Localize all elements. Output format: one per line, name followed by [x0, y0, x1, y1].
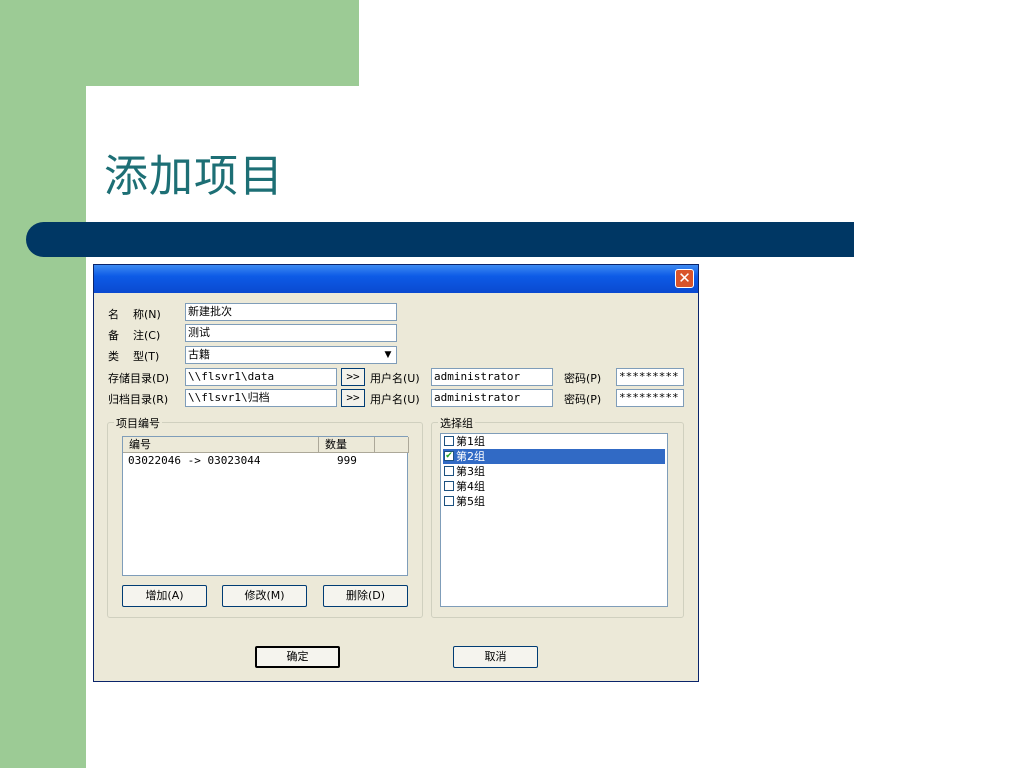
storage-user-label: 用户名(U) — [370, 372, 420, 385]
group-item-label: 第1组 — [456, 435, 485, 448]
project-number-group-title: 项目编号 — [114, 415, 162, 431]
storage-browse-button[interactable]: >> — [341, 368, 365, 386]
checkbox[interactable] — [444, 481, 454, 491]
row-qty-cell: 999 — [337, 454, 357, 467]
archive-dir-label: 归档目录(R) — [108, 393, 169, 406]
project-list[interactable]: 编号 数量 03022046 -> 03023044 999 — [122, 436, 409, 576]
dialog-title-bar[interactable]: ✕ — [94, 265, 698, 293]
type-select[interactable]: 古籍 ▼ — [185, 346, 397, 364]
edit-button[interactable]: 修改(M) — [222, 585, 307, 607]
close-button[interactable]: ✕ — [675, 269, 694, 288]
check-icon: ✔ — [445, 451, 453, 461]
archive-password-label: 密码(P) — [564, 393, 602, 406]
archive-user-field[interactable]: administrator — [431, 389, 553, 407]
checkbox-checked[interactable]: ✔ — [444, 451, 454, 461]
group-checklist[interactable]: 第1组 ✔ 第2组 第3组 第4组 第5组 — [440, 433, 668, 607]
note-label: 备 注(C) — [108, 329, 161, 342]
close-icon: ✕ — [678, 269, 691, 287]
slide-title-underline-bar — [26, 222, 854, 257]
slide-rounded-corner — [86, 86, 146, 146]
checkbox[interactable] — [444, 466, 454, 476]
column-header-id[interactable]: 编号 — [123, 437, 319, 453]
delete-button[interactable]: 删除(D) — [323, 585, 408, 607]
storage-dir-label: 存储目录(D) — [108, 372, 170, 385]
type-label: 类 型(T) — [108, 350, 160, 363]
storage-dir-field[interactable]: \\flsvr1\data — [185, 368, 337, 386]
column-header-qty[interactable]: 数量 — [319, 437, 375, 453]
slide-title: 添加项目 — [104, 151, 284, 202]
storage-user-field[interactable]: administrator — [431, 368, 553, 386]
storage-password-label: 密码(P) — [564, 372, 602, 385]
name-label: 名 称(N) — [108, 308, 161, 321]
group-item-label: 第3组 — [456, 465, 485, 478]
checkbox[interactable] — [444, 436, 454, 446]
group-item-1[interactable]: 第1组 — [443, 434, 665, 449]
checkbox[interactable] — [444, 496, 454, 506]
group-item-5[interactable]: 第5组 — [443, 494, 665, 509]
archive-password-field[interactable]: ********* — [616, 389, 684, 407]
chevron-down-icon[interactable]: ▼ — [380, 347, 396, 363]
group-item-label: 第2组 — [456, 450, 485, 463]
add-button[interactable]: 增加(A) — [122, 585, 207, 607]
row-id-cell: 03022046 -> 03023044 — [128, 454, 261, 467]
group-item-3[interactable]: 第3组 — [443, 464, 665, 479]
name-field[interactable]: 新建批次 — [185, 303, 397, 321]
archive-browse-button[interactable]: >> — [341, 389, 365, 407]
group-item-label: 第5组 — [456, 495, 485, 508]
cancel-button[interactable]: 取消 — [453, 646, 538, 668]
dialog-body: 名 称(N) 新建批次 备 注(C) 测试 类 型(T) 古籍 ▼ 存储目录(D… — [94, 293, 698, 681]
group-item-label: 第4组 — [456, 480, 485, 493]
note-field[interactable]: 测试 — [185, 324, 397, 342]
archive-user-label: 用户名(U) — [370, 393, 420, 406]
type-select-value: 古籍 — [188, 348, 210, 361]
select-group-title: 选择组 — [438, 415, 475, 431]
group-item-2[interactable]: ✔ 第2组 — [443, 449, 665, 464]
slide-green-left-band — [0, 0, 86, 768]
ok-button[interactable]: 确定 — [255, 646, 340, 668]
archive-dir-field[interactable]: \\flsvr1\归档 — [185, 389, 337, 407]
add-project-dialog: ✕ 名 称(N) 新建批次 备 注(C) 测试 类 型(T) 古籍 ▼ 存储目录… — [93, 264, 699, 682]
storage-password-field[interactable]: ********* — [616, 368, 684, 386]
group-item-4[interactable]: 第4组 — [443, 479, 665, 494]
column-header-blank[interactable] — [375, 437, 409, 453]
